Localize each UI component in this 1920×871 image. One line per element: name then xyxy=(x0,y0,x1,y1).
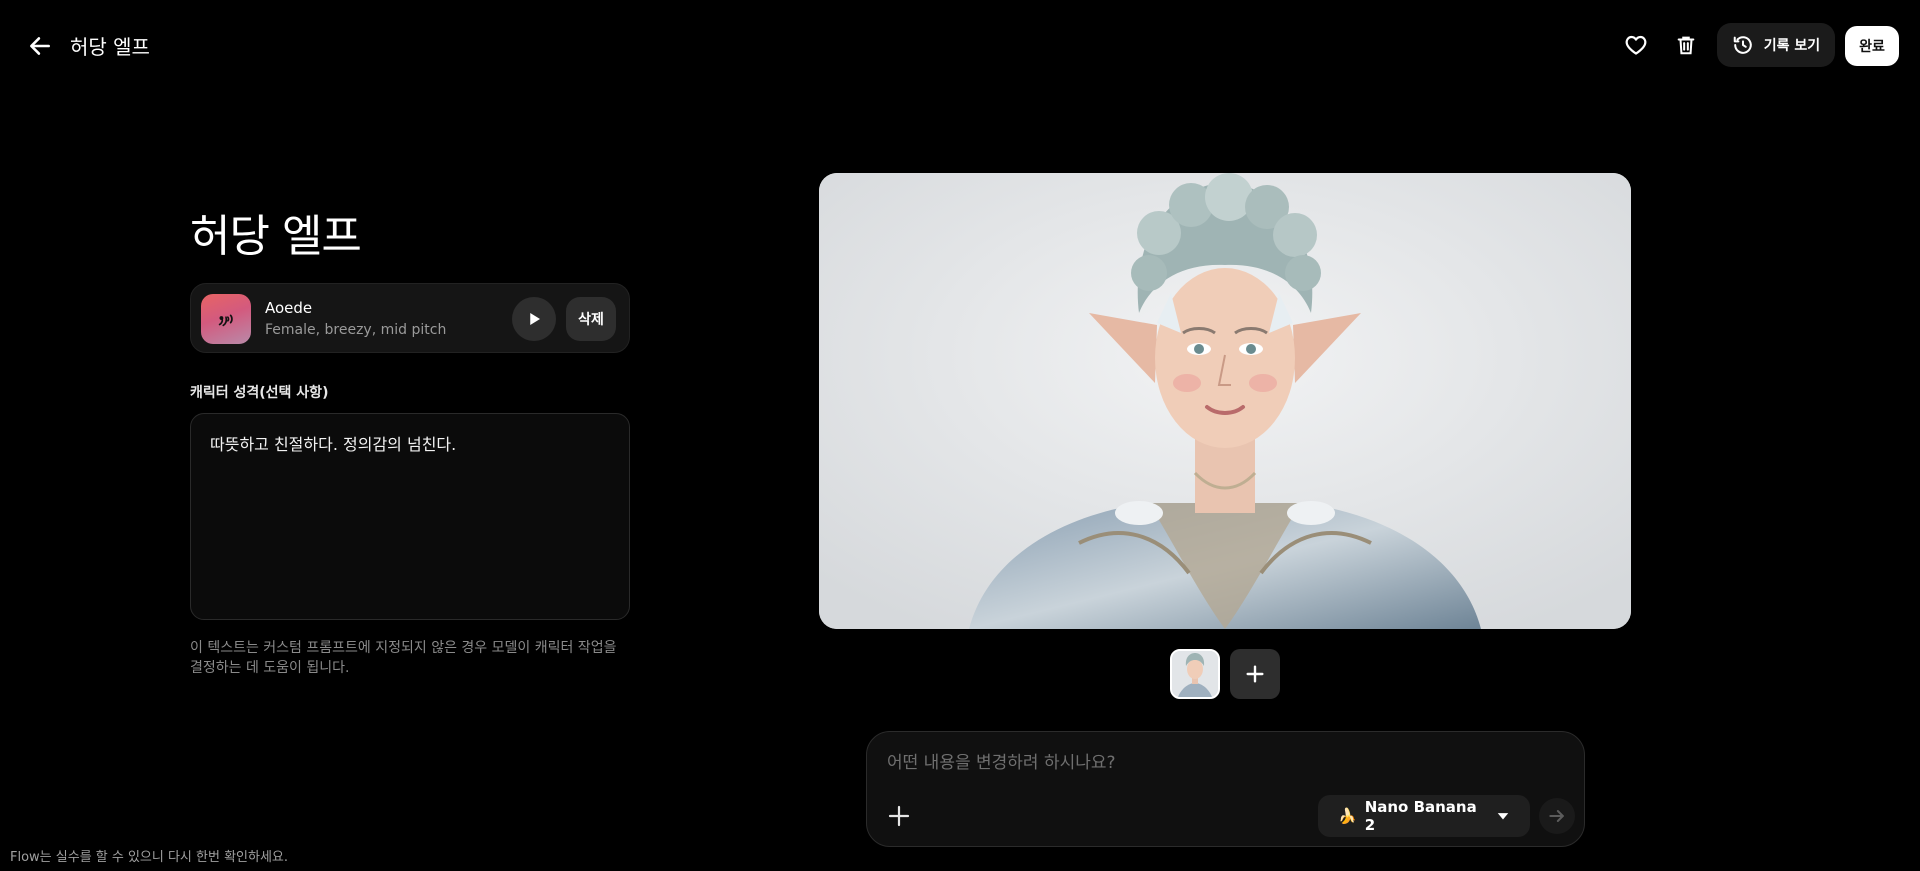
banana-icon: 🍌 xyxy=(1338,807,1357,825)
arrow-right-icon xyxy=(1549,810,1564,822)
play-voice-button[interactable] xyxy=(512,297,556,341)
prompt-add-button[interactable] xyxy=(881,798,917,834)
done-button[interactable]: 완료 xyxy=(1845,26,1899,66)
persona-label: 캐릭터 성격(선택 사항) xyxy=(190,385,329,401)
character-panel: 허당 엘프 Aoede Female, breezy, mid pitch 삭제… xyxy=(190,190,630,676)
trash-icon xyxy=(1677,36,1695,55)
character-image xyxy=(819,173,1631,629)
elf-portrait xyxy=(819,173,1631,629)
voice-avatar xyxy=(201,294,251,344)
add-image-button[interactable] xyxy=(1230,649,1280,699)
send-button[interactable] xyxy=(1539,798,1575,834)
persona-textarea[interactable]: 따뜻하고 친절하다. 정의감의 넘친다. xyxy=(190,413,630,620)
caret-down-icon xyxy=(1497,813,1509,820)
history-button[interactable]: 기록 보기 xyxy=(1717,23,1835,67)
back-button[interactable] xyxy=(22,28,58,64)
heart-icon xyxy=(1625,35,1647,55)
history-label: 기록 보기 xyxy=(1763,38,1821,54)
model-selector[interactable]: 🍌 Nano Banana 2 xyxy=(1318,795,1530,837)
persona-helper-text: 이 텍스트는 커스텀 프롬프트에 지정되지 않은 경우 모델이 캐릭터 작업을 … xyxy=(190,640,617,677)
top-bar: 허당 엘프 기록 보기 완료 xyxy=(0,0,1920,90)
arrow-left-icon xyxy=(30,37,50,55)
image-thumbnail[interactable] xyxy=(1170,649,1220,699)
prompt-composer: 🍌 Nano Banana 2 xyxy=(866,731,1585,847)
favorite-button[interactable] xyxy=(1617,26,1655,64)
elf-thumbnail xyxy=(1172,651,1218,697)
plus-icon xyxy=(888,805,910,827)
model-label: Nano Banana 2 xyxy=(1364,798,1477,834)
play-icon xyxy=(530,313,540,325)
voice-card: Aoede Female, breezy, mid pitch 삭제 xyxy=(190,283,630,353)
history-icon xyxy=(1733,36,1752,54)
voice-name: Aoede xyxy=(265,299,313,317)
voice-description: Female, breezy, mid pitch xyxy=(265,322,447,338)
delete-voice-button[interactable]: 삭제 xyxy=(566,297,616,341)
delete-button[interactable] xyxy=(1667,26,1705,64)
prompt-input[interactable] xyxy=(887,750,1557,776)
plus-icon xyxy=(1246,665,1264,683)
header-title: 허당 엘프 xyxy=(70,35,150,59)
disclaimer-note: Flow는 실수를 할 수 있으니 다시 한번 확인하세요. xyxy=(10,850,289,865)
voice-wave-icon xyxy=(218,314,233,327)
character-name: 허당 엘프 xyxy=(190,211,362,262)
